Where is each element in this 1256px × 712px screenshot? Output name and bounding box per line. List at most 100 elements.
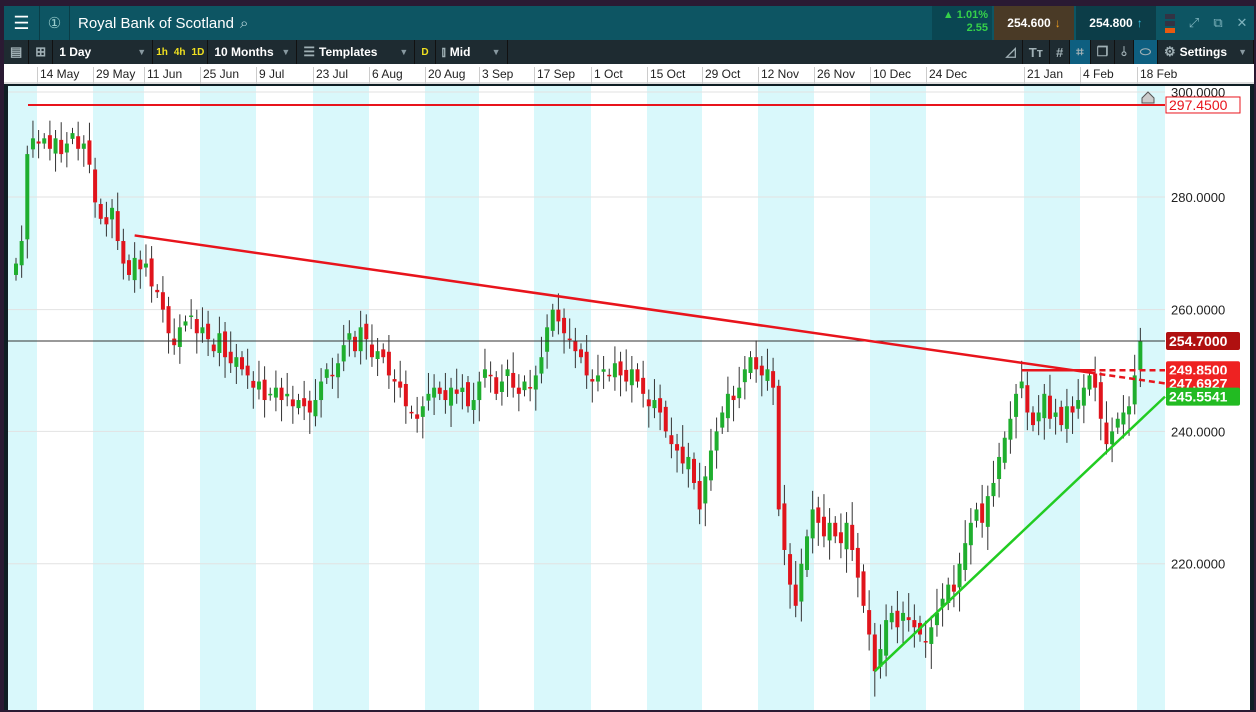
date-tick-label: 29 Oct bbox=[702, 67, 740, 84]
resistance-label: 297.4500 bbox=[1169, 97, 1228, 113]
candle-body bbox=[708, 450, 713, 481]
candle-body bbox=[223, 331, 228, 358]
candle-body bbox=[47, 135, 52, 149]
date-tick-label: 9 Jul bbox=[256, 67, 284, 84]
search-icon[interactable]: ⌕ bbox=[240, 15, 248, 32]
text-icon[interactable]: Tт bbox=[1023, 40, 1051, 64]
instrument-title[interactable]: Royal Bank of Scotland bbox=[78, 15, 234, 32]
candle-body bbox=[245, 365, 250, 376]
candle-body bbox=[307, 400, 312, 413]
candle-body bbox=[1098, 382, 1103, 419]
price-tick-label: 240.0000 bbox=[1171, 424, 1225, 439]
candle-body bbox=[771, 371, 776, 388]
candle-body bbox=[409, 411, 414, 414]
candle-body bbox=[516, 387, 521, 394]
candle-body bbox=[177, 327, 182, 347]
sell-price: 254.600 bbox=[1007, 16, 1051, 30]
candle-body bbox=[110, 207, 115, 220]
candle-body bbox=[381, 349, 386, 358]
candle-body bbox=[369, 344, 374, 358]
candle-body bbox=[319, 381, 324, 401]
candle-body bbox=[30, 138, 35, 150]
candle-body bbox=[765, 369, 770, 381]
quick-4h[interactable]: 4h bbox=[174, 47, 186, 58]
price-chart[interactable]: 300.0000280.0000260.0000240.0000220.0000… bbox=[8, 86, 1254, 710]
candle-body bbox=[963, 543, 968, 570]
candle-body bbox=[420, 406, 425, 417]
candle-body bbox=[392, 379, 397, 382]
templates-select[interactable]: ☰ Templates ▼ bbox=[297, 40, 416, 64]
candle-body bbox=[104, 217, 109, 225]
date-tick-label: 29 May bbox=[93, 67, 135, 84]
candle-body bbox=[799, 563, 804, 602]
candle-body bbox=[121, 241, 126, 264]
candle-body bbox=[816, 507, 821, 523]
candle-body bbox=[25, 154, 30, 240]
candle-body bbox=[923, 641, 928, 643]
candle-body bbox=[1104, 422, 1109, 445]
indicator-icon[interactable]: ⫰ bbox=[1115, 40, 1134, 64]
layout-icon[interactable]: ⊞ bbox=[29, 40, 54, 64]
candle-body bbox=[895, 610, 900, 628]
candle-body bbox=[827, 522, 832, 541]
date-tick-label: 3 Sep bbox=[479, 67, 513, 84]
candle-body bbox=[454, 389, 459, 394]
candle-body bbox=[471, 400, 476, 411]
candle-body bbox=[426, 393, 431, 401]
interval-select[interactable]: 1 Day ▼ bbox=[53, 40, 154, 64]
d-button[interactable]: D bbox=[415, 40, 436, 64]
list-icon[interactable]: ▤ bbox=[4, 40, 30, 64]
link-group-icon[interactable]: ① bbox=[40, 6, 70, 40]
candle-body bbox=[652, 400, 657, 409]
close-icon[interactable]: ✕ bbox=[1230, 6, 1254, 40]
candle-body bbox=[742, 369, 747, 383]
crosshair-draw-icon[interactable]: ⌗ bbox=[1070, 40, 1091, 64]
candle-body bbox=[511, 372, 516, 388]
candle-body bbox=[155, 289, 160, 293]
candle-body bbox=[584, 351, 589, 376]
grid-icon[interactable]: # bbox=[1050, 40, 1071, 64]
date-tick-label: 23 Jul bbox=[313, 67, 348, 84]
candle-body bbox=[607, 374, 612, 377]
candle-body bbox=[59, 139, 64, 155]
popout-icon[interactable]: ⧉ bbox=[1206, 6, 1230, 40]
candle-body bbox=[590, 379, 595, 382]
candle-body bbox=[211, 344, 216, 352]
candle-body bbox=[143, 263, 148, 268]
menu-icon[interactable]: ☰ bbox=[4, 6, 40, 40]
candle-body bbox=[415, 414, 420, 419]
date-tick-label: 6 Aug bbox=[369, 67, 403, 84]
candle-body bbox=[680, 446, 685, 464]
buy-button[interactable]: 254.800 ↑ bbox=[1076, 6, 1156, 40]
candle-body bbox=[968, 522, 973, 546]
label-icon[interactable]: ⬭ bbox=[1133, 40, 1158, 64]
candle-body bbox=[443, 390, 448, 401]
drawing-icon[interactable]: ◿ bbox=[1000, 40, 1023, 64]
candle-body bbox=[132, 257, 137, 281]
range-select[interactable]: 10 Months ▼ bbox=[207, 40, 298, 64]
candle-body bbox=[1093, 373, 1098, 388]
candle-body bbox=[386, 351, 391, 376]
candle-body bbox=[748, 357, 753, 373]
price-type-select[interactable]: ⫾ Mid ▼ bbox=[436, 40, 508, 64]
expand-icon[interactable]: ⤢ bbox=[1182, 6, 1206, 40]
candle-body bbox=[646, 399, 651, 407]
interval-label: 1 Day bbox=[59, 45, 92, 59]
settings-button[interactable]: ⚙ Settings ▼ bbox=[1158, 40, 1254, 64]
candle-body bbox=[160, 292, 165, 310]
candle-body bbox=[539, 357, 544, 374]
quick-1h[interactable]: 1h bbox=[156, 47, 168, 58]
chevron-down-icon: ▼ bbox=[281, 47, 291, 57]
candle-body bbox=[1121, 412, 1126, 425]
quick-1d[interactable]: 1D bbox=[192, 47, 205, 58]
sell-button[interactable]: 254.600 ↓ bbox=[994, 6, 1074, 40]
candle-body bbox=[336, 363, 341, 378]
candle-body bbox=[810, 509, 815, 539]
date-tick-label: 12 Nov bbox=[758, 67, 799, 84]
time-band bbox=[93, 86, 144, 710]
candle-body bbox=[844, 522, 849, 550]
layers-icon[interactable]: ❐ bbox=[1091, 40, 1116, 64]
candle-body bbox=[437, 387, 442, 394]
candle-body bbox=[64, 143, 69, 153]
candle-body bbox=[641, 377, 646, 394]
